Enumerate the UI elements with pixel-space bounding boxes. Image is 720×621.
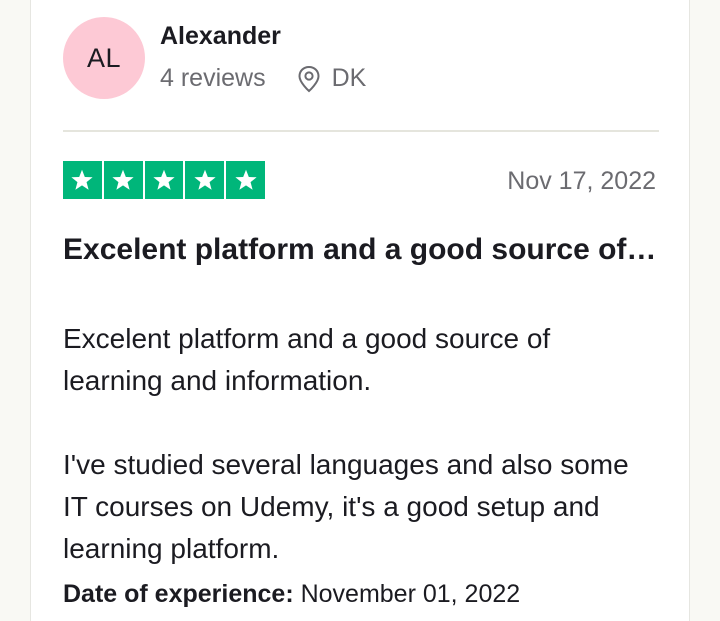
map-pin-icon (296, 65, 322, 93)
divider (63, 130, 659, 132)
reviewer-meta: 4 reviews DK (160, 64, 366, 93)
review-date: Nov 17, 2022 (507, 167, 656, 195)
experience-label: Date of experience: (63, 580, 294, 608)
avatar[interactable]: AL (63, 17, 145, 99)
star-icon (103, 161, 143, 199)
review-paragraph: I've studied several languages and also … (63, 449, 629, 564)
review-title[interactable]: Excelent platform and a good source of… (63, 229, 663, 271)
review-count: 4 reviews (160, 64, 266, 92)
star-icon (185, 161, 225, 199)
review-card: AL Alexander 4 reviews DK Nov 17, 2022 E… (30, 0, 690, 621)
reviewer-name[interactable]: Alexander (160, 22, 281, 51)
star-icon (226, 161, 265, 199)
date-of-experience: Date of experience: November 01, 2022 (63, 580, 520, 609)
star-icon (63, 161, 102, 199)
review-paragraph: Excelent platform and a good source of l… (63, 323, 551, 396)
star-icon (144, 161, 184, 199)
avatar-initials: AL (86, 42, 122, 73)
experience-date: November 01, 2022 (300, 580, 521, 608)
reviewer-country: DK (331, 64, 367, 92)
star-rating (63, 161, 265, 199)
review-body: Excelent platform and a good source of l… (63, 318, 653, 570)
